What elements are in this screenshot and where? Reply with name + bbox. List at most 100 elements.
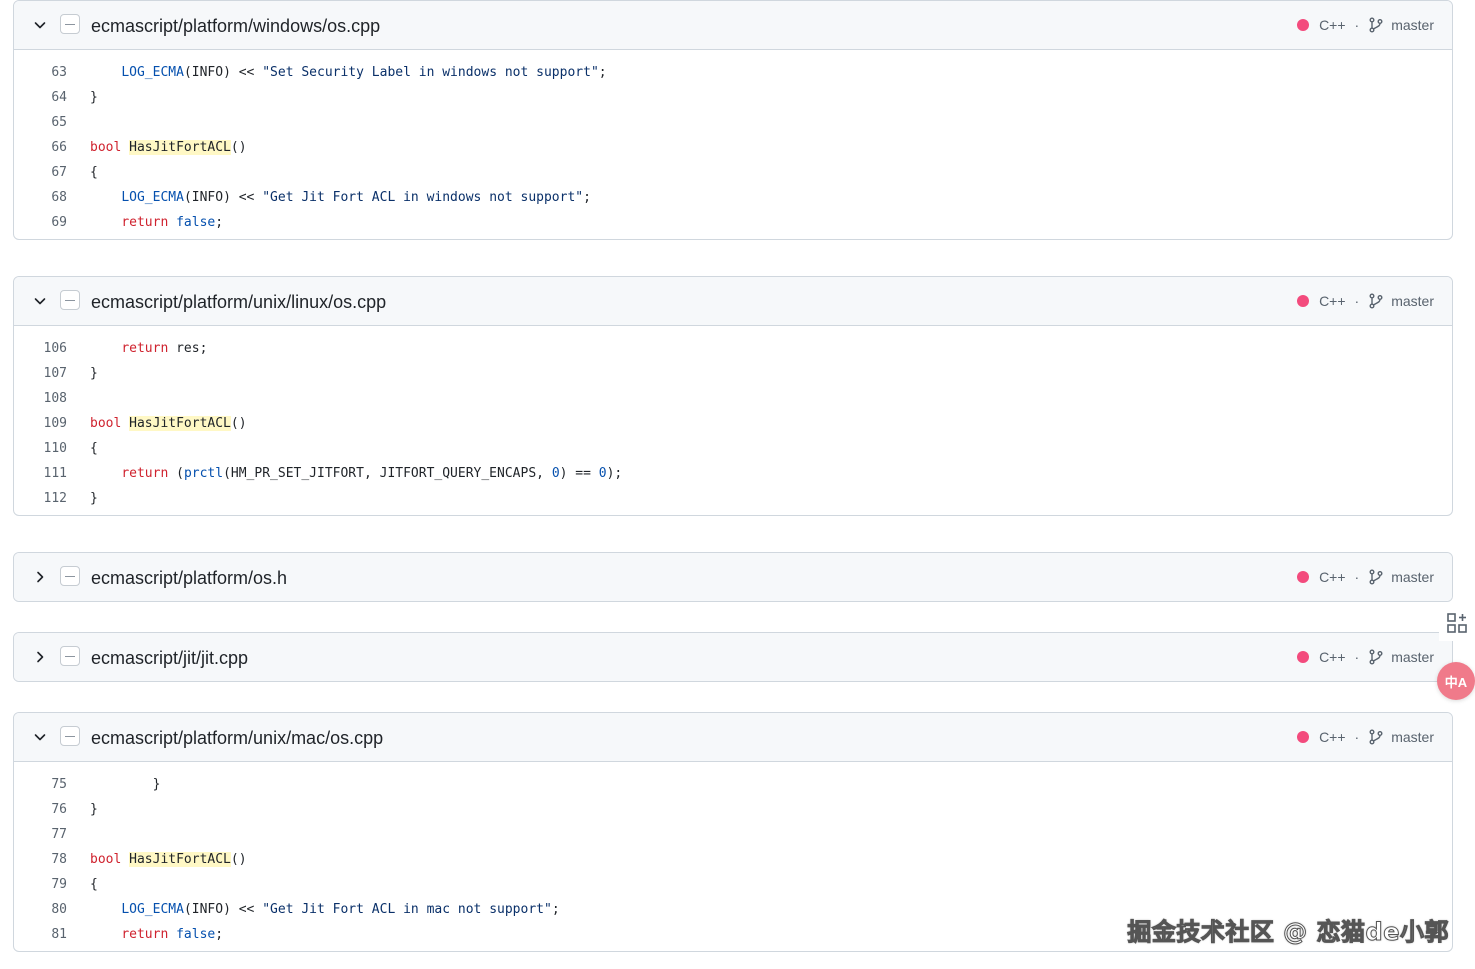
meta-separator: · — [1354, 293, 1360, 309]
code-line: 106 return res; — [14, 336, 1452, 361]
collapse-all-checkbox[interactable] — [60, 566, 80, 586]
language-label: C++ — [1319, 649, 1346, 665]
chevron-right-icon[interactable] — [30, 567, 50, 587]
result-card-header[interactable]: ecmascript/platform/unix/linux/os.cpp C++… — [14, 277, 1452, 326]
code-token: (INFO) << — [183, 902, 263, 917]
code-token: ; — [215, 215, 224, 230]
git-branch-icon — [1368, 17, 1384, 33]
collapse-all-checkbox[interactable] — [60, 14, 80, 34]
result-card: ecmascript/platform/windows/os.cpp C++ · ma… — [13, 0, 1453, 240]
code-token: ) == — [559, 466, 599, 481]
code-token: "Get Jit Fort ACL in mac not support" — [262, 902, 552, 917]
translate-icon: 中A — [1444, 674, 1468, 690]
line-number[interactable]: 67 — [14, 165, 67, 180]
match-highlight: HasJitFortACL — [129, 140, 231, 155]
code-token: } — [152, 777, 161, 792]
result-card-header[interactable]: ecmascript/platform/unix/mac/os.cpp C++ · m… — [14, 713, 1452, 762]
result-card-header[interactable]: ecmascript/platform/os.h C++ · master — [14, 553, 1452, 601]
line-content: } — [67, 491, 98, 506]
line-number[interactable]: 69 — [14, 215, 67, 230]
language-label: C++ — [1319, 569, 1346, 585]
code-token: ; — [215, 927, 224, 942]
branch-name[interactable]: master — [1391, 15, 1434, 35]
line-content: return false; — [67, 215, 223, 230]
collapse-all-checkbox[interactable] — [60, 646, 80, 666]
line-number[interactable]: 64 — [14, 90, 67, 105]
code-token: { — [90, 877, 98, 892]
line-number[interactable]: 81 — [14, 927, 67, 942]
line-number[interactable]: 79 — [14, 877, 67, 892]
line-number[interactable]: 106 — [14, 341, 67, 356]
code-token: LOG_ECMA — [121, 902, 184, 917]
code-snippet: 63 LOG_ECMA(INFO) << "Set Security Label… — [14, 50, 1452, 239]
code-token: { — [90, 441, 98, 456]
file-path-link[interactable]: ecmascript/jit/jit.cpp — [91, 646, 248, 670]
code-token: (INFO) << — [183, 190, 263, 205]
line-content: LOG_ECMA(INFO) << "Set Security Label in… — [67, 65, 607, 80]
line-content: bool HasJitFortACL() — [67, 140, 247, 155]
line-number[interactable]: 108 — [14, 391, 67, 406]
line-number[interactable]: 75 — [14, 777, 67, 792]
code-line: 79 { — [14, 872, 1452, 897]
git-branch-icon — [1368, 293, 1384, 309]
file-meta: C++ · master — [1297, 291, 1434, 311]
code-token: false — [176, 215, 216, 230]
result-card-header[interactable]: ecmascript/platform/windows/os.cpp C++ · ma… — [14, 1, 1452, 50]
code-line: 69 return false; — [14, 210, 1452, 235]
line-number[interactable]: 111 — [14, 466, 67, 481]
line-number[interactable]: 65 — [14, 115, 67, 130]
line-number[interactable]: 109 — [14, 416, 67, 431]
code-token: ; — [598, 65, 607, 80]
branch-name[interactable]: master — [1391, 291, 1434, 311]
file-path-link[interactable]: ecmascript/platform/unix/mac/os.cpp — [91, 726, 383, 750]
file-path-link[interactable]: ecmascript/platform/os.h — [91, 566, 287, 590]
chevron-down-icon[interactable] — [30, 15, 50, 35]
line-number[interactable]: 107 — [14, 366, 67, 381]
meta-separator: · — [1354, 729, 1360, 745]
chevron-down-icon[interactable] — [30, 291, 50, 311]
code-token: bool — [90, 852, 122, 867]
line-number[interactable]: 77 — [14, 827, 67, 842]
line-content: bool HasJitFortACL() — [67, 852, 247, 867]
code-token: "Get Jit Fort ACL in windows not support… — [262, 190, 584, 205]
chevron-right-icon[interactable] — [30, 647, 50, 667]
chevron-down-icon[interactable] — [30, 727, 50, 747]
branch-name[interactable]: master — [1391, 647, 1434, 667]
line-number[interactable]: 76 — [14, 802, 67, 817]
language-label: C++ — [1319, 17, 1346, 33]
file-path-link[interactable]: ecmascript/platform/windows/os.cpp — [91, 14, 380, 38]
code-token: (HM_PR_SET_JITFORT, JITFORT_QUERY_ENCAPS… — [223, 466, 552, 481]
qr-code-button[interactable] — [1439, 605, 1475, 641]
file-path-link[interactable]: ecmascript/platform/unix/linux/os.cpp — [91, 290, 386, 314]
collapse-all-checkbox[interactable] — [60, 726, 80, 746]
branch-name[interactable]: master — [1391, 567, 1434, 587]
line-number[interactable]: 68 — [14, 190, 67, 205]
code-token: bool — [90, 140, 122, 155]
line-number[interactable]: 80 — [14, 902, 67, 917]
code-token: (INFO) << — [183, 65, 263, 80]
code-token: } — [90, 366, 98, 381]
result-card-header[interactable]: ecmascript/jit/jit.cpp C++ · master — [14, 633, 1452, 681]
collapse-all-checkbox[interactable] — [60, 290, 80, 310]
file-meta: C++ · master — [1297, 15, 1434, 35]
code-token: ; — [583, 190, 591, 205]
code-line: 110 { — [14, 436, 1452, 461]
translate-button[interactable]: 中A — [1437, 662, 1475, 700]
line-content: { — [67, 165, 98, 180]
line-number[interactable]: 112 — [14, 491, 67, 506]
line-number[interactable]: 66 — [14, 140, 67, 155]
line-number[interactable]: 110 — [14, 441, 67, 456]
code-token: () — [230, 140, 247, 155]
line-content: LOG_ECMA(INFO) << "Get Jit Fort ACL in m… — [67, 902, 559, 917]
language-color-dot — [1297, 651, 1310, 663]
line-number[interactable]: 63 — [14, 65, 67, 80]
branch-name[interactable]: master — [1391, 727, 1434, 747]
code-line: 78 bool HasJitFortACL() — [14, 847, 1452, 872]
line-number[interactable]: 78 — [14, 852, 67, 867]
code-token: LOG_ECMA — [121, 65, 184, 80]
